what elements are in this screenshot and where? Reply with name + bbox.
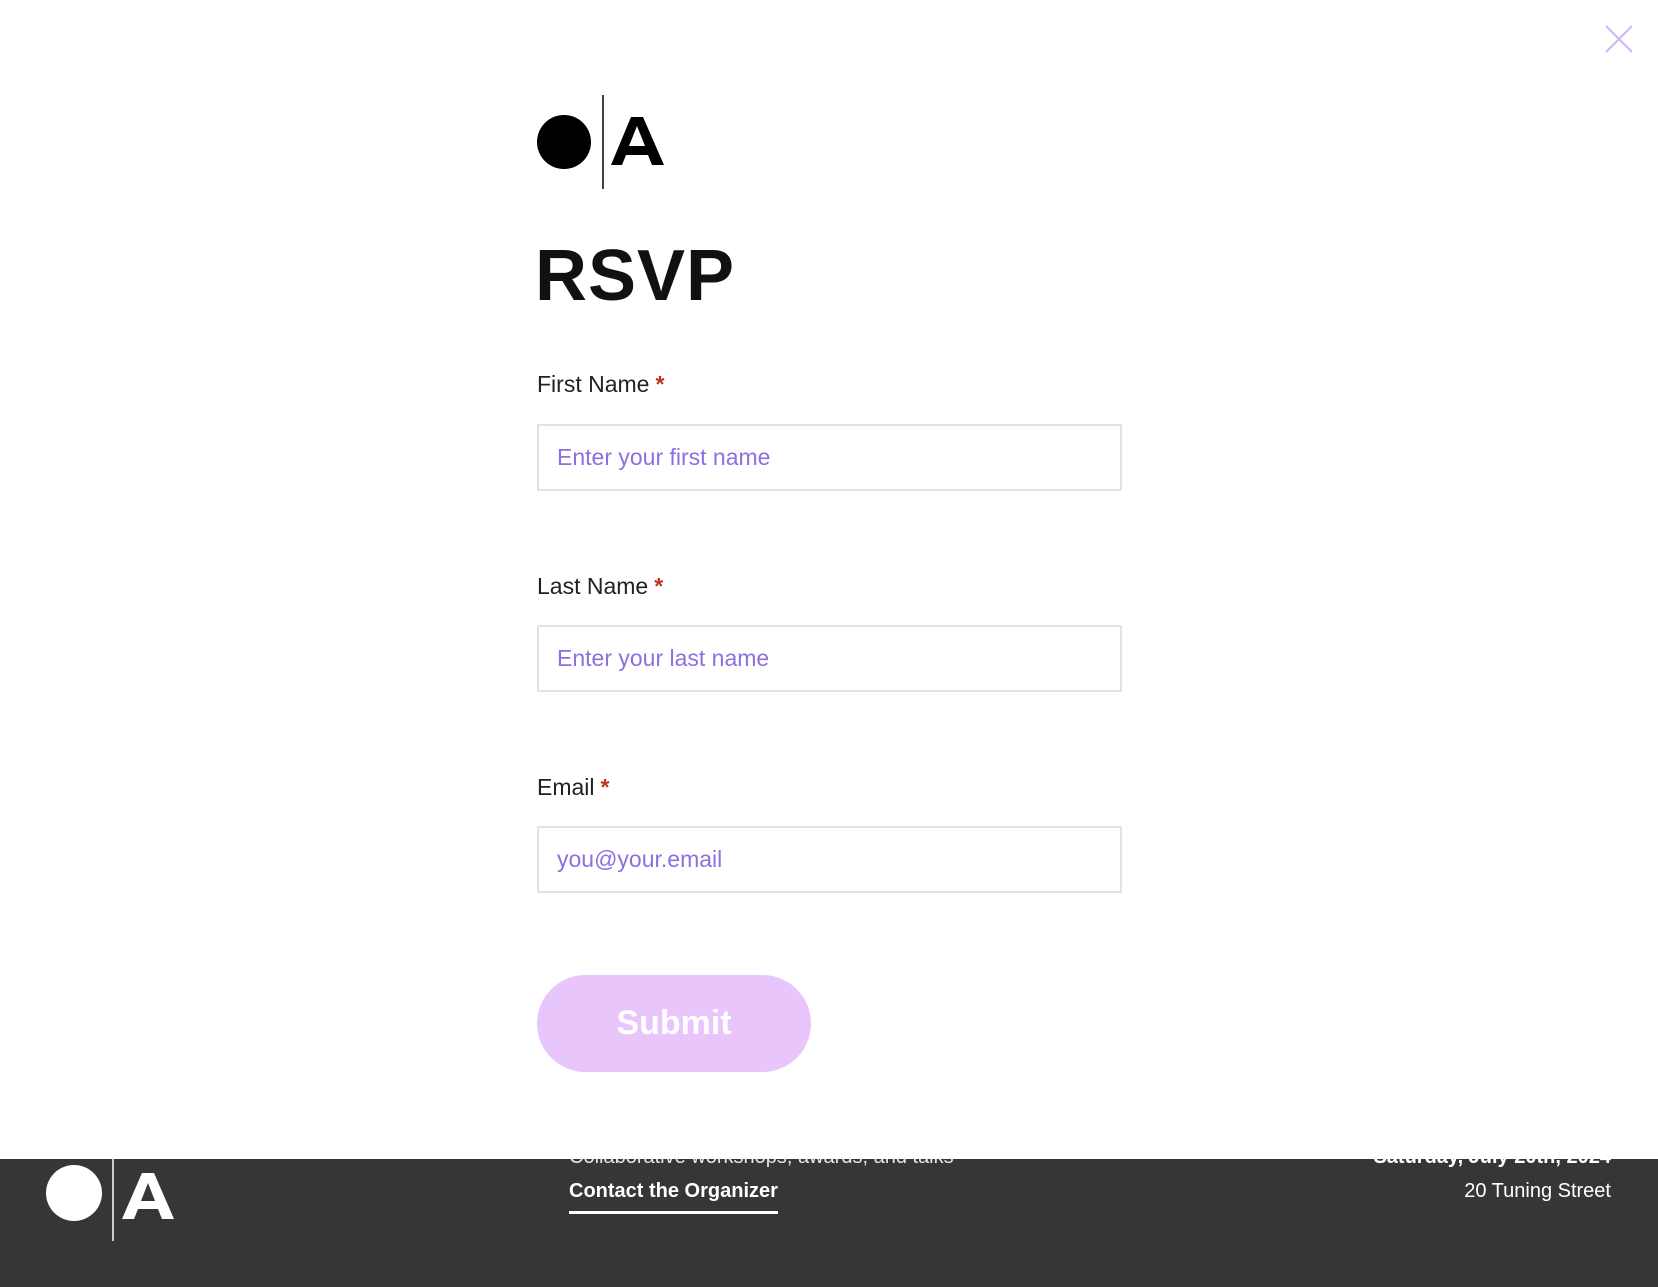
required-marker: * <box>655 371 665 397</box>
rsvp-modal: RSVP First Name* Last Name* Email* Submi… <box>0 0 1658 1159</box>
email-input[interactable] <box>537 826 1122 893</box>
required-marker: * <box>654 573 664 599</box>
last-name-label: Last Name * <box>537 573 663 600</box>
required-marker: * <box>600 774 610 800</box>
first-name-label-text: First Name <box>537 371 650 397</box>
submit-button[interactable]: Submit <box>537 975 811 1072</box>
close-button[interactable] <box>1604 24 1634 54</box>
first-name-input[interactable] <box>537 424 1122 491</box>
footer-logo-icon <box>46 1159 174 1241</box>
email-label: Email * <box>537 774 609 801</box>
page: Collaborative workshops, awards, and tal… <box>0 0 1658 1287</box>
brand-logo-icon <box>537 95 664 189</box>
close-icon <box>1605 25 1633 53</box>
email-label-text: Email <box>537 774 595 800</box>
site-footer: Collaborative workshops, awards, and tal… <box>0 1146 1658 1287</box>
last-name-input[interactable] <box>537 625 1122 692</box>
contact-organizer-link[interactable]: Contact the Organizer <box>569 1180 778 1214</box>
first-name-label: First Name * <box>537 371 664 398</box>
last-name-label-text: Last Name <box>537 573 649 599</box>
page-title: RSVP <box>535 236 736 316</box>
event-address: 20 Tuning Street <box>1464 1180 1611 1202</box>
